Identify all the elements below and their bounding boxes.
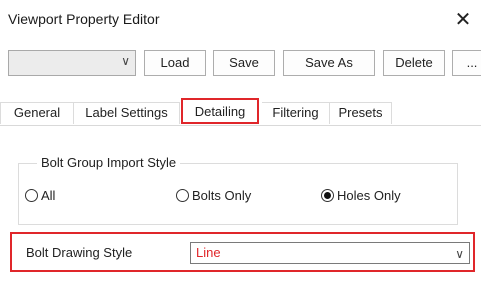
window-title: Viewport Property Editor (8, 11, 160, 27)
radio-label: Holes Only (337, 188, 401, 203)
tab-label-settings[interactable]: Label Settings (74, 102, 180, 124)
tab-presets[interactable]: Presets (330, 102, 392, 124)
chevron-down-icon: ∨ (121, 54, 130, 68)
close-icon: ✕ (454, 9, 472, 31)
load-button[interactable]: Load (144, 50, 206, 76)
bolt-drawing-style-row: Bolt Drawing Style Line ∨ (10, 232, 475, 272)
group-legend: Bolt Group Import Style (37, 155, 181, 170)
tab-filtering[interactable]: Filtering (262, 102, 330, 124)
save-button[interactable]: Save (213, 50, 275, 76)
radio-all[interactable]: All (25, 188, 55, 206)
radio-label: All (41, 188, 56, 203)
radio-selected-icon (321, 189, 334, 202)
delete-button[interactable]: Delete (383, 50, 445, 76)
bolt-drawing-style-value: Line (196, 245, 221, 260)
tab-strip: General Label Settings Detailing Filteri… (0, 96, 481, 126)
tab-general[interactable]: General (0, 102, 74, 124)
bolt-drawing-style-select[interactable]: Line ∨ (190, 242, 470, 264)
toolbar: ∨ Load Save Save As Delete ... (0, 40, 481, 90)
close-button[interactable]: ✕ (448, 6, 478, 34)
tab-detailing[interactable]: Detailing (181, 98, 259, 124)
bolt-group-import-style-group: Bolt Group Import Style All Bolts Only H… (18, 155, 458, 225)
chevron-down-icon: ∨ (455, 247, 464, 261)
radio-holes-only[interactable]: Holes Only (321, 188, 401, 206)
save-as-button[interactable]: Save As (283, 50, 375, 76)
radio-label: Bolts Only (192, 188, 252, 203)
preset-combo[interactable]: ∨ (8, 50, 136, 76)
radio-icon (176, 189, 189, 202)
more-button[interactable]: ... (452, 50, 481, 76)
detailing-panel: Bolt Group Import Style All Bolts Only H… (0, 127, 481, 286)
radio-icon (25, 189, 38, 202)
bolt-drawing-style-label: Bolt Drawing Style (26, 245, 133, 260)
title-bar: Viewport Property Editor ✕ (0, 0, 481, 40)
radio-bolts-only[interactable]: Bolts Only (176, 188, 251, 206)
